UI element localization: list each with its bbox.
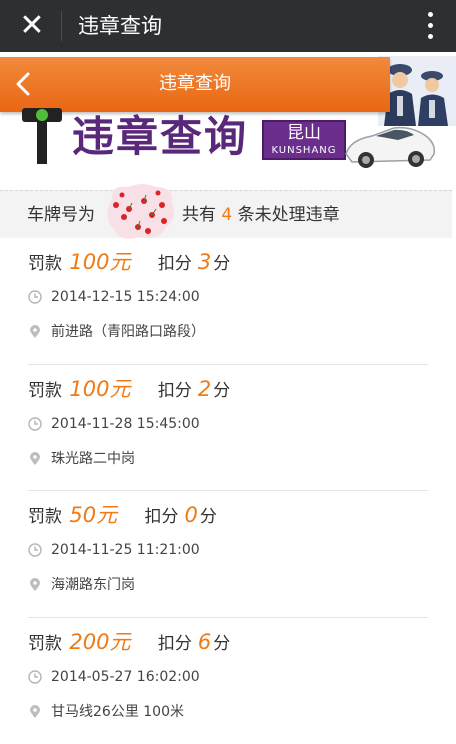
region-name-en: KUNSHANG <box>271 145 337 156</box>
points-unit: 分 <box>213 380 231 401</box>
points-unit: 分 <box>213 254 231 274</box>
traffic-light-icon <box>22 108 62 164</box>
fine-label: 罚款 <box>28 254 62 274</box>
location-pin-icon <box>30 578 40 591</box>
plate-label: 车牌号为 <box>27 205 95 225</box>
fine-amount: 100元 <box>69 250 131 274</box>
page-title: 违章查询 <box>159 73 231 94</box>
fine-label: 罚款 <box>28 380 62 401</box>
count-prefix: 共有 <box>182 205 216 225</box>
violation-location: 前进路（青阳路口路段） <box>51 324 205 340</box>
points-label: 扣分 <box>157 633 192 654</box>
points-value: 3 <box>197 250 212 274</box>
fine-row: 罚款 100元 扣分 3 分 <box>28 248 230 276</box>
violation-time: 2014-12-15 15:24:00 <box>51 289 200 305</box>
app-titlebar: ✕ 违章查询 <box>0 0 456 52</box>
clock-icon <box>28 290 42 304</box>
violation-list: 罚款 100元 扣分 3 分 2014-12-15 15:24:00 前进路（青阳路… <box>0 238 456 744</box>
points-label: 扣分 <box>144 507 179 527</box>
violation-location: 珠光路二中岗 <box>51 450 135 467</box>
sports-car-image <box>345 126 436 168</box>
points-value: 6 <box>197 629 212 654</box>
violation-time: 2014-05-27 16:02:00 <box>51 668 200 685</box>
count-suffix: 条未处理违章 <box>237 205 340 225</box>
points-value: 2 <box>197 376 212 401</box>
clock-icon <box>28 416 42 431</box>
window-title: 违章查询 <box>78 14 162 38</box>
violation-location: 海潮路东门岗 <box>51 577 135 593</box>
location-pin-icon <box>30 451 40 465</box>
violation-time: 2014-11-28 15:45:00 <box>51 415 200 432</box>
more-vertical-icon[interactable] <box>426 12 434 40</box>
banner: 违章查询 违章查询 昆山 KUNSHANG <box>0 52 456 180</box>
violation-item[interactable]: 罚款 100元 扣分 3 分 2014-12-15 15:24:00 前进路（青阳路… <box>28 238 428 365</box>
points-unit: 分 <box>199 507 217 527</box>
fine-row: 罚款 200元 扣分 6 分 <box>28 628 230 656</box>
clock-icon <box>28 543 42 557</box>
fine-amount: 100元 <box>69 376 131 401</box>
clock-icon <box>28 669 42 684</box>
violation-item[interactable]: 罚款 100元 扣分 2 分 2014-11-28 15:45:00 珠光路二中岗 <box>28 365 428 491</box>
points-label: 扣分 <box>157 380 192 401</box>
violation-location: 甘马线26公里 100米 <box>51 703 184 720</box>
fine-row: 罚款 100元 扣分 2 分 <box>28 375 230 403</box>
region-badge: 昆山 KUNSHANG <box>262 120 346 160</box>
region-name: 昆山 <box>287 123 321 143</box>
violation-count: 4 <box>221 205 233 225</box>
points-value: 0 <box>184 503 198 527</box>
location-pin-icon <box>30 325 40 338</box>
fine-label: 罚款 <box>28 633 62 654</box>
violation-time: 2014-11-25 11:21:00 <box>51 542 200 558</box>
violation-item[interactable]: 罚款 200元 扣分 6 分 2014-05-27 16:02:00 甘马线26公里… <box>28 618 428 744</box>
banner-logo-text: 违章查询 <box>72 112 249 161</box>
plate-number-obscured-image <box>107 184 174 239</box>
fine-amount: 50元 <box>69 503 118 527</box>
violation-item[interactable]: 罚款 50元 扣分 0 分 2014-11-25 11:21:00 海潮路东门岗 <box>28 491 428 618</box>
fine-row: 罚款 50元 扣分 0 分 <box>28 501 217 529</box>
header-bar: 违章查询 <box>0 57 390 112</box>
titlebar-divider <box>61 11 62 41</box>
close-icon[interactable]: ✕ <box>14 8 50 44</box>
points-unit: 分 <box>213 633 231 654</box>
points-label: 扣分 <box>157 254 192 274</box>
location-pin-icon <box>30 704 40 718</box>
fine-label: 罚款 <box>28 507 62 527</box>
fine-amount: 200元 <box>69 629 131 654</box>
violation-summary: 车牌号为 共有 4 条未处理违章 <box>0 184 452 239</box>
